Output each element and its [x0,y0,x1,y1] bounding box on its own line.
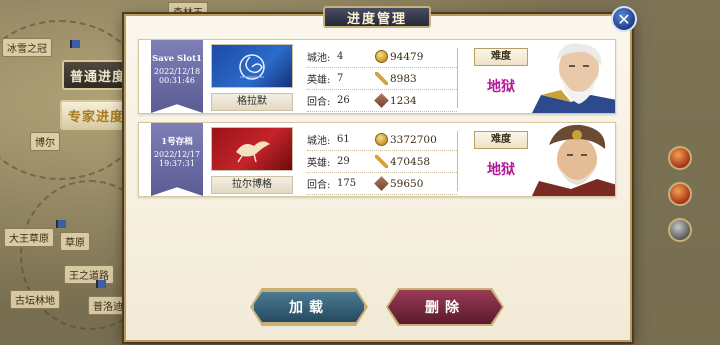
stat-label: 回合: [307,180,331,191]
delete-button[interactable]: 删除 [388,290,502,324]
stat-value: 7 [337,73,344,84]
map-label[interactable]: 王之道路 [64,265,114,284]
stat-row-heroes: 英雄: 29 470458 [307,151,457,173]
country-banner [211,127,293,171]
stat-row-turns: 回合: 26 1234 [307,90,457,112]
difficulty-value: 地狱 [487,79,515,95]
gold-coin-icon [375,50,388,63]
divider [457,48,458,108]
slot-stats: 城池: 61 3372700 英雄: 29 470458 回合: 175 596… [307,129,457,195]
difficulty-value: 地狱 [487,162,515,178]
country-name: 格拉默 [211,93,293,111]
slot-ribbon: Save Slot1 2022/12/18 00:31:46 [151,40,203,113]
map-label[interactable]: 古坛林地 [10,290,60,309]
stat-label: 英雄: [307,158,331,169]
stat-value: 61 [337,134,350,145]
stat-row-heroes: 英雄: 7 8983 [307,68,457,90]
divider [457,131,458,191]
winged-beast-emblem-icon [236,141,270,163]
stat-value: 29 [337,156,350,167]
hero-portrait-old-general [531,124,615,196]
stat-value: 26 [337,95,350,106]
flame-skill-icon[interactable] [668,182,692,206]
stat-row-cities: 城池: 4 94479 [307,46,457,68]
feather-icon [375,72,388,85]
country-name: 拉尔博格 [211,176,293,194]
rune-amount: 59650 [390,177,424,190]
feather-amount: 470458 [390,155,431,168]
fire-skill-icon[interactable] [668,146,692,170]
save-slot-row[interactable]: 1号存档 2022/12/17 19:37:31 拉尔博格 城池: 61 337… [138,122,616,197]
stat-label: 回合: [307,97,331,108]
slot-name: Save Slot1 [152,54,202,64]
map-label[interactable]: 普洛迪 [88,296,128,315]
slot-time: 19:37:31 [159,159,195,168]
close-button[interactable]: ✕ [611,6,637,32]
stat-value: 4 [337,51,344,62]
blue-spiral-emblem-icon [239,54,265,80]
stat-row-turns: 回合: 175 59650 [307,173,457,195]
feather-icon [375,155,388,168]
stat-label: 英雄: [307,75,331,86]
slot-ribbon: 1号存档 2022/12/17 19:37:31 [151,123,203,196]
save-slot-row[interactable]: Save Slot1 2022/12/18 00:31:46 格拉默 城池: 4… [138,39,616,114]
map-flag-icon [70,40,80,48]
sword-skill-icon[interactable] [668,218,692,242]
stat-row-cities: 城池: 61 3372700 [307,129,457,151]
map-label[interactable]: 大王草原 [4,228,54,247]
stat-label: 城池: [307,136,331,147]
load-button[interactable]: 加载 [252,290,366,324]
map-label[interactable]: 博尔 [30,132,60,151]
stat-value: 175 [337,178,357,189]
slot-stats: 城池: 4 94479 英雄: 7 8983 回合: 26 1234 [307,46,457,112]
map-flag-icon [96,280,106,288]
slot-name: 1号存档 [161,137,193,147]
slot-time: 00:31:46 [159,76,195,85]
rune-stone-icon [374,93,389,108]
rune-amount: 1234 [390,94,417,107]
gold-coin-icon [375,133,388,146]
difficulty-label: 难度 [474,131,528,149]
hero-portrait-old-wizard [532,43,615,113]
gold-amount: 3372700 [390,133,437,146]
map-label[interactable]: 冰雪之冠 [2,38,52,57]
difficulty-label: 难度 [474,48,528,66]
map-flag-icon [56,220,66,228]
rune-stone-icon [374,176,389,191]
stat-label: 城池: [307,53,331,64]
slot-date: 2022/12/17 [153,149,201,159]
dialog-title: 进度管理 [323,6,431,28]
gold-amount: 94479 [390,50,424,63]
feather-amount: 8983 [390,72,417,85]
map-label[interactable]: 草原 [60,232,90,251]
slot-date: 2022/12/18 [153,66,201,76]
country-banner [211,44,293,88]
